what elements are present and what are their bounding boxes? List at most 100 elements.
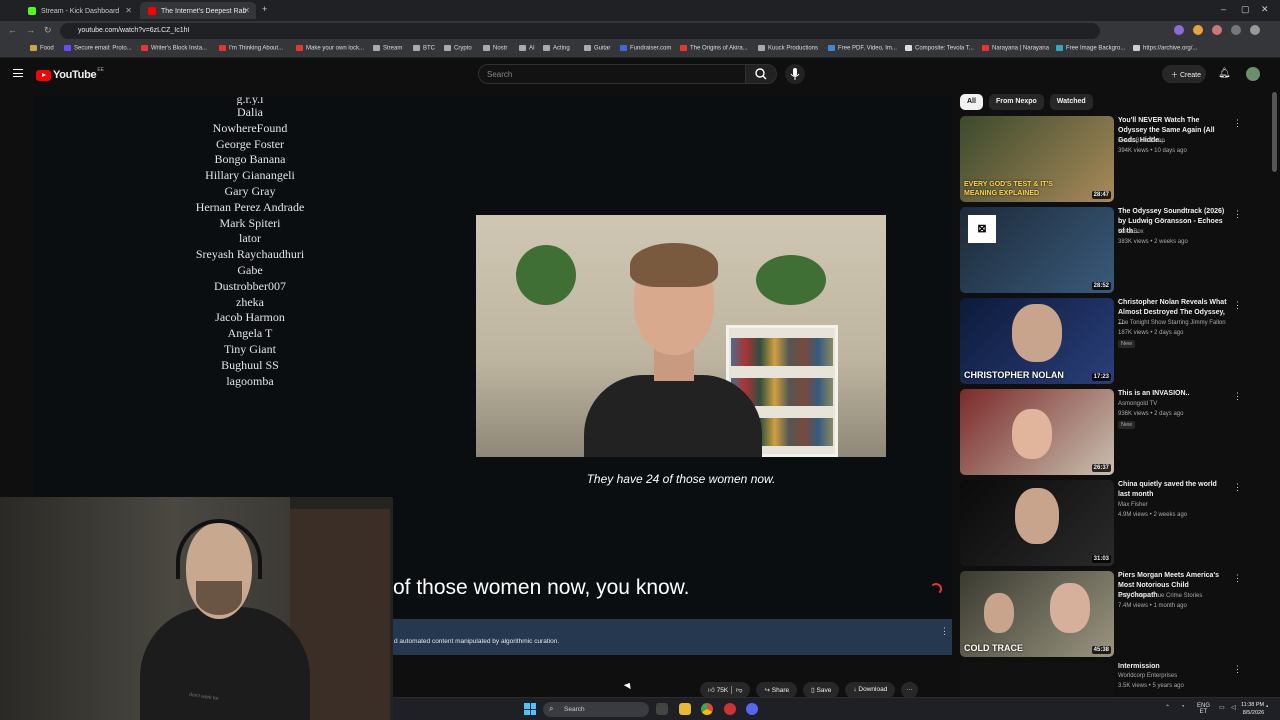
bookmark[interactable]: Narayana | Narayana: [982, 45, 1049, 52]
close-icon[interactable]: ✕: [125, 6, 132, 15]
system-clock[interactable]: 11:38 PM 8/5/2026: [1241, 701, 1264, 717]
chip-from-nexpo[interactable]: From Nexpo: [988, 94, 1044, 110]
bookmark[interactable]: https://archive.org/...: [1133, 45, 1197, 52]
bookmark-folder[interactable]: Kuuck Productions: [758, 45, 818, 52]
video-title[interactable]: Intermission: [1118, 662, 1230, 672]
recommendation-item[interactable]: 26:37 This is an INVASION.. Asmongold TV…: [960, 389, 1260, 477]
tab-youtube-video[interactable]: The Internet's Deepest Rab ✕: [140, 2, 256, 19]
channel-name[interactable]: Worldcorp Enterprises: [1118, 673, 1177, 679]
minimize-icon[interactable]: –: [1221, 4, 1226, 14]
account-avatar[interactable]: [1246, 67, 1260, 81]
bookmark-folder[interactable]: Nostr: [483, 45, 507, 52]
windows-start-icon[interactable]: [524, 703, 536, 715]
search-button[interactable]: [745, 64, 777, 84]
recommendation-item[interactable]: 31:03 China quietly saved the world last…: [960, 480, 1260, 568]
channel-name[interactable]: Max Fisher: [1118, 502, 1148, 508]
bookmark-folder[interactable]: Stream: [373, 45, 402, 52]
taskbar-search[interactable]: ⌕ Search: [543, 702, 649, 717]
video-thumbnail[interactable]: 26:37: [960, 389, 1114, 475]
notification-center-icon[interactable]: ▪: [1266, 704, 1268, 710]
video-title[interactable]: China quietly saved the world last month: [1118, 480, 1230, 500]
more-options-icon[interactable]: ⋮: [1233, 482, 1242, 493]
extension-icon[interactable]: [1193, 25, 1203, 35]
wifi-icon[interactable]: ▭: [1219, 704, 1225, 711]
recommendation-item[interactable]: ⊠ 28:52 The Odyssey Soundtrack (2026) by…: [960, 207, 1260, 295]
back-icon[interactable]: ←: [8, 25, 17, 35]
more-options-icon[interactable]: ⋮: [940, 626, 949, 637]
chip-all[interactable]: All: [960, 94, 983, 110]
volume-icon[interactable]: ◁: [1231, 704, 1236, 711]
dislike-icon[interactable]: 👎︎: [736, 687, 743, 694]
puzzle-icon[interactable]: [1231, 25, 1241, 35]
like-button[interactable]: 👍︎ 75K │ 👎︎: [700, 682, 751, 698]
video-title[interactable]: This is an INVASION..: [1118, 389, 1230, 399]
channel-name[interactable]: Kaka Box: [1118, 229, 1144, 235]
create-button[interactable]: ＋ Create: [1162, 65, 1206, 83]
bookmark[interactable]: Writer's Block Insta...: [141, 45, 207, 52]
bookmark-folder[interactable]: BTC: [413, 45, 435, 52]
extension-icon[interactable]: [1212, 25, 1222, 35]
share-button[interactable]: ↪ Share: [756, 682, 798, 698]
channel-name[interactable]: Asmongold TV: [1118, 401, 1157, 407]
close-icon[interactable]: ✕: [243, 6, 250, 15]
channel-name[interactable]: Movie Balls Deep: [1118, 138, 1165, 144]
window-close-icon[interactable]: ✕: [1261, 4, 1269, 15]
video-thumbnail[interactable]: EVERY GOD'S TEST & IT'S MEANING EXPLAINE…: [960, 116, 1114, 202]
recommendation-item[interactable]: EVERY GOD'S TEST & IT'S MEANING EXPLAINE…: [960, 116, 1260, 204]
voice-search-button[interactable]: [785, 64, 805, 84]
download-button[interactable]: ↓ Download: [845, 682, 896, 698]
more-actions-button[interactable]: ···: [901, 682, 918, 698]
recommendation-item[interactable]: CHRISTOPHER NOLAN 17:23 Christopher Nola…: [960, 298, 1260, 386]
recommendation-item[interactable]: COLD TRACE 45:38 Piers Morgan Meets Amer…: [960, 571, 1260, 659]
bookmark[interactable]: Composite: Tevola T...: [905, 45, 974, 52]
more-options-icon[interactable]: ⋮: [1233, 209, 1242, 220]
channel-name[interactable]: Cold Trace - True Crime Stories: [1118, 593, 1202, 599]
save-button[interactable]: ▯ Save: [803, 682, 840, 698]
language-indicator[interactable]: ENG ET: [1197, 703, 1210, 715]
menu-icon[interactable]: [13, 69, 23, 77]
maximize-icon[interactable]: ▢: [1241, 4, 1250, 15]
extension-icon[interactable]: [1174, 25, 1184, 35]
network-icon[interactable]: ◔: [1181, 704, 1185, 710]
video-thumbnail[interactable]: ⊠ 28:52: [960, 207, 1114, 293]
chrome-icon[interactable]: [701, 703, 713, 715]
video-thumbnail[interactable]: [960, 662, 1114, 697]
chip-watched[interactable]: Watched: [1049, 94, 1093, 110]
recommendation-item[interactable]: Intermission Worldcorp Enterprises 3.5K …: [960, 662, 1260, 697]
bookmark-folder[interactable]: Acting: [543, 45, 570, 52]
forward-icon[interactable]: →: [26, 25, 35, 35]
bookmark-folder[interactable]: Guitar: [584, 45, 610, 52]
notifications-bell-icon[interactable]: 🔔︎: [1218, 68, 1231, 79]
bookmark[interactable]: Free PDF, Video, Im...: [828, 45, 897, 52]
bookmark-folder[interactable]: AI: [519, 45, 535, 52]
profile-icon[interactable]: [1250, 25, 1260, 35]
task-view-icon[interactable]: [656, 703, 668, 715]
more-options-icon[interactable]: ⋮: [1233, 300, 1242, 311]
bookmark[interactable]: I'm Thinking About...: [219, 45, 283, 52]
bookmark[interactable]: The Origins of Akira...: [680, 45, 748, 52]
file-explorer-icon[interactable]: [679, 703, 691, 715]
search-input[interactable]: Search: [478, 64, 746, 84]
new-tab-icon[interactable]: +: [262, 4, 267, 14]
page-scrollbar[interactable]: [1272, 92, 1277, 172]
url-field[interactable]: youtube.com/watch?v=6zLCZ_Ic1hI: [60, 23, 1100, 39]
more-options-icon[interactable]: ⋮: [1233, 391, 1242, 402]
bookmark[interactable]: Secure email: Proto...: [64, 45, 132, 52]
more-options-icon[interactable]: ⋮: [1233, 573, 1242, 584]
bookmark[interactable]: Free Image Backgro...: [1056, 45, 1125, 52]
reload-icon[interactable]: ↻: [44, 25, 52, 36]
more-options-icon[interactable]: ⋮: [1233, 664, 1242, 675]
tray-chevron-icon[interactable]: ⌃: [1165, 704, 1170, 711]
tab-kick-dashboard[interactable]: Stream - Kick Dashboard ✕: [20, 2, 138, 19]
bookmark-folder[interactable]: Crypto: [444, 45, 472, 52]
bookmark[interactable]: Food: [30, 45, 54, 52]
video-thumbnail[interactable]: 31:03: [960, 480, 1114, 566]
app-icon[interactable]: [724, 703, 736, 715]
obs-icon[interactable]: [746, 703, 758, 715]
bookmark[interactable]: Fundraiser.com: [620, 45, 671, 52]
bookmark[interactable]: Make your own lock...: [296, 45, 364, 52]
more-options-icon[interactable]: ⋮: [1233, 118, 1242, 129]
channel-name[interactable]: The Tonight Show Starring Jimmy Fallon: [1118, 320, 1226, 326]
video-thumbnail[interactable]: CHRISTOPHER NOLAN 17:23: [960, 298, 1114, 384]
youtube-logo[interactable]: YouTube EE: [36, 67, 104, 81]
